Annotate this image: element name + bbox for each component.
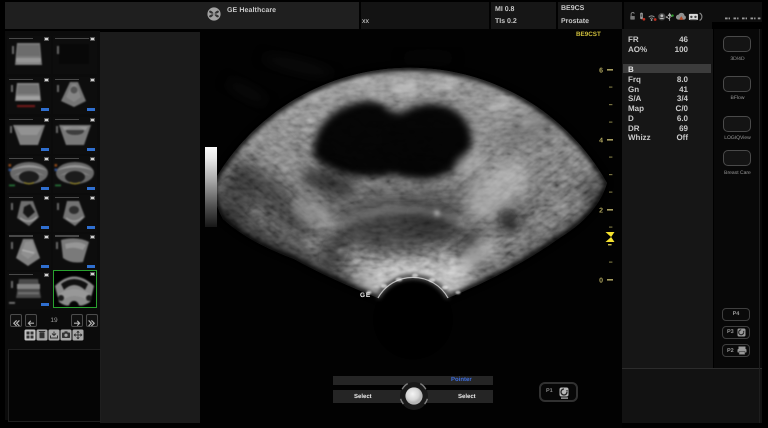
svg-text:2: 2 bbox=[599, 208, 603, 215]
svg-text:0: 0 bbox=[599, 278, 603, 285]
svg-text:4: 4 bbox=[599, 138, 603, 145]
svg-text:6: 6 bbox=[599, 68, 603, 75]
